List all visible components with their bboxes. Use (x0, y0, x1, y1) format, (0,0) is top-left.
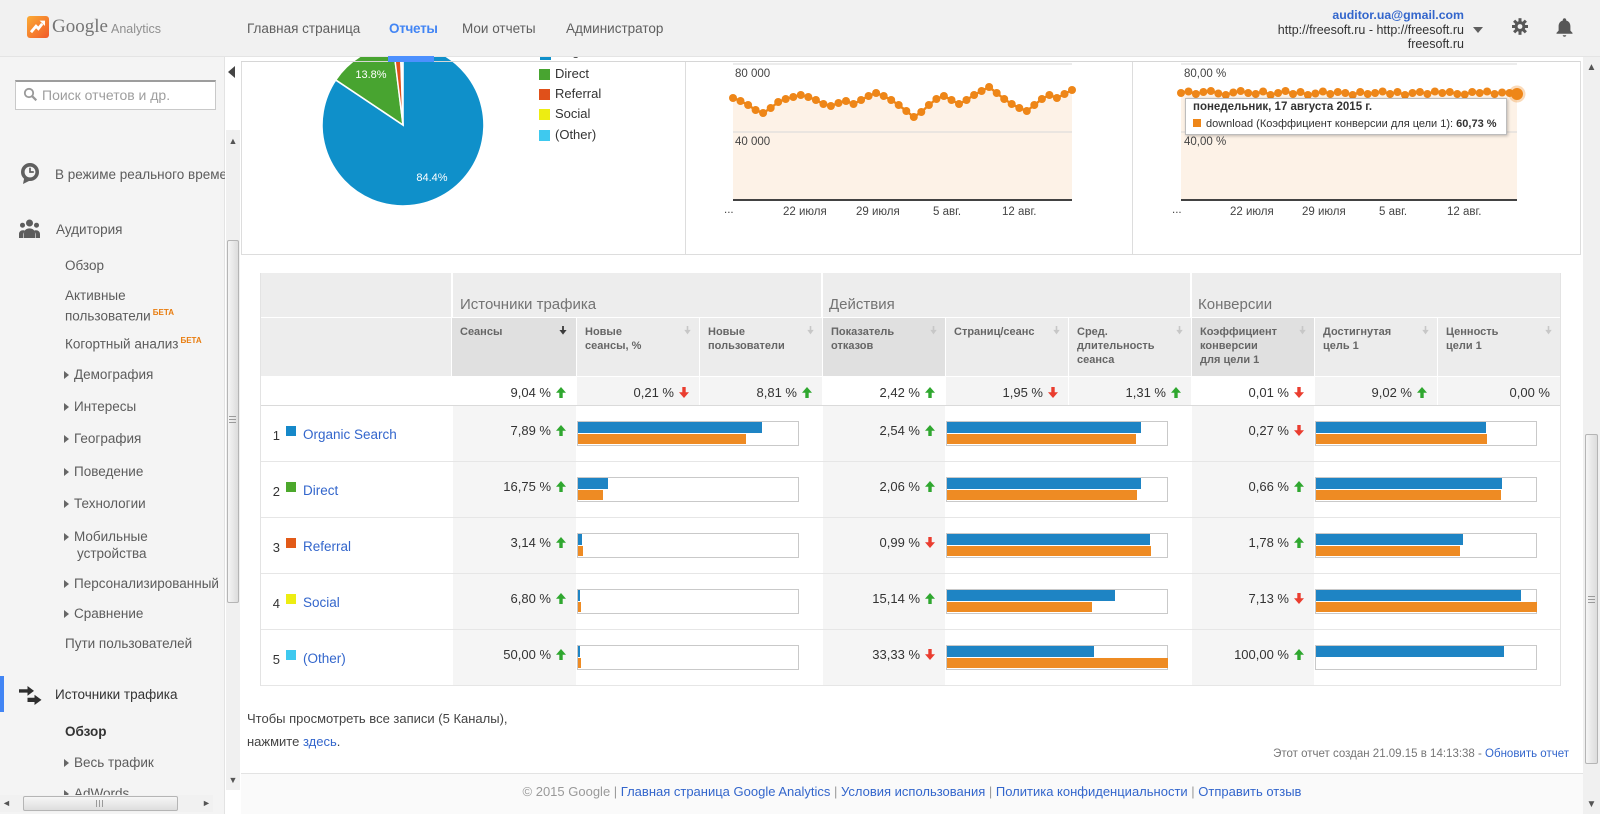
svg-text:13.8%: 13.8% (355, 69, 386, 81)
svg-text:84.4%: 84.4% (416, 172, 447, 184)
